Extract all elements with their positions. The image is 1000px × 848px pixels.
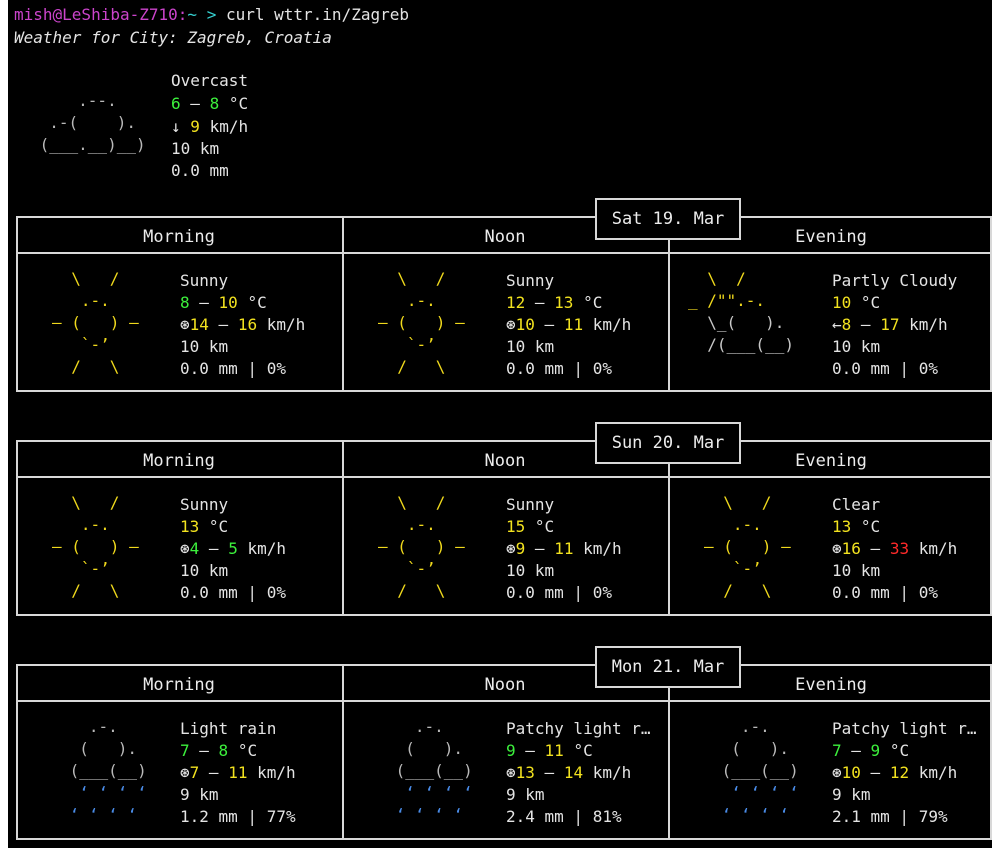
current-precip: 0.0 mm (171, 161, 229, 180)
visibility-text: 10 km (832, 337, 881, 356)
overcast-cloud-icon: .--. .-( ). (___.__)__) (39, 91, 146, 154)
precipitation-text: 0.0 mm | 0% (180, 583, 286, 602)
prompt-line: mish@LeShiba-Z710:~ > curl wttr.in/Zagre… (14, 5, 409, 24)
period-label-noon: Noon (484, 451, 526, 471)
precipitation-text: 0.0 mm | 0% (832, 583, 938, 602)
visibility-text: 10 km (506, 561, 555, 580)
wind-direction-icon: ⊛ (832, 763, 842, 782)
temperature-text: 13 °C (832, 517, 881, 536)
condition-text: Sunny (506, 495, 555, 514)
visibility-text: 9 km (506, 785, 545, 804)
rain-cloud-icon: .-. ( ). (___(__) ‘ ‘ ‘ ‘ ‘ ‘ ‘ ‘ (395, 717, 473, 824)
wind-text: ⊛4 – 5 km/h (180, 539, 286, 558)
temperature-text: 7 – 8 °C (180, 741, 258, 760)
wind-direction-icon: ⊛ (180, 315, 190, 334)
block-border-bottom (16, 614, 992, 616)
condition-text: Light rain (180, 719, 277, 738)
visibility-text: 10 km (506, 337, 555, 356)
visibility-text: 10 km (180, 337, 229, 356)
wind-text: ←8 – 17 km/h (832, 315, 948, 334)
current-desc: Overcast (171, 71, 249, 90)
period-label-morning: Morning (143, 675, 215, 695)
block-header-separator (16, 700, 992, 702)
sun-icon: \ / .-. ― ( ) ― `-’ / \ (378, 269, 465, 376)
visibility-text: 9 km (180, 785, 219, 804)
block-border-bottom (16, 838, 992, 840)
current-wind: ↓ 9 km/h (171, 117, 249, 136)
temperature-text: 10 °C (832, 293, 881, 312)
condition-text: Sunny (180, 271, 229, 290)
wind-direction-icon: ⊛ (506, 315, 516, 334)
wind-direction-icon: ⊛ (506, 539, 516, 558)
block-border-top (16, 664, 992, 666)
condition-text: Partly Cloudy (832, 271, 958, 290)
temperature-text: 8 – 10 °C (180, 293, 267, 312)
wind-text: ⊛7 – 11 km/h (180, 763, 296, 782)
prompt-symbol: > (206, 5, 217, 24)
sun-icon: \ / .-. ― ( ) ― `-’ / \ (704, 493, 791, 600)
rain-cloud-icon: .-. ( ). (___(__) ‘ ‘ ‘ ‘ ‘ ‘ ‘ ‘ (69, 717, 147, 824)
current-visibility: 10 km (171, 139, 220, 158)
condition-text: Sunny (506, 271, 555, 290)
sun-icon: \ / .-. ― ( ) ― `-’ / \ (378, 493, 465, 600)
precipitation-text: 0.0 mm | 0% (180, 359, 286, 378)
wind-arrow-icon: ↓ (171, 117, 181, 136)
visibility-text: 10 km (832, 561, 881, 580)
wind-direction-icon: ⊛ (180, 763, 190, 782)
precipitation-text: 2.4 mm | 81% (506, 807, 622, 826)
condition-text: Clear (832, 495, 881, 514)
wind-text: ⊛16 – 33 km/h (832, 539, 958, 558)
period-label-evening: Evening (795, 675, 867, 695)
block-header-separator (16, 476, 992, 478)
visibility-text: 10 km (180, 561, 229, 580)
block-header-separator (16, 252, 992, 254)
partly-cloudy-icon: \ / _ /"".-. \_( ). /(___(__) (688, 269, 804, 354)
condition-text: Sunny (180, 495, 229, 514)
period-label-evening: Evening (795, 451, 867, 471)
visibility-text: 9 km (832, 785, 871, 804)
precipitation-text: 0.0 mm | 0% (506, 359, 612, 378)
location-subtitle: Weather for City: Zagreb, Croatia (14, 28, 332, 47)
block-border-top (16, 440, 992, 442)
temperature-text: 7 – 9 °C (832, 741, 910, 760)
sun-icon: \ / .-. ― ( ) ― `-’ / \ (52, 269, 139, 376)
period-label-noon: Noon (484, 675, 526, 695)
period-label-evening: Evening (795, 227, 867, 247)
wind-direction-icon: ⊛ (180, 539, 190, 558)
period-label-noon: Noon (484, 227, 526, 247)
precipitation-text: 0.0 mm | 0% (506, 583, 612, 602)
prompt-command: curl wttr.in/Zagreb (225, 5, 409, 24)
wind-text: ⊛9 – 11 km/h (506, 539, 622, 558)
period-label-morning: Morning (143, 227, 215, 247)
wind-text: ⊛13 – 14 km/h (506, 763, 632, 782)
condition-text: Patchy light r… (832, 719, 977, 738)
wind-text: ⊛10 – 12 km/h (832, 763, 958, 782)
precipitation-text: 0.0 mm | 0% (832, 359, 938, 378)
terminal-window: mish@LeShiba-Z710:~ > curl wttr.in/Zagre… (8, 0, 992, 848)
condition-text: Patchy light r… (506, 719, 651, 738)
temperature-text: 15 °C (506, 517, 555, 536)
temperature-text: 12 – 13 °C (506, 293, 603, 312)
current-temp: 6 – 8 °C (171, 94, 249, 113)
wind-direction-icon: ⊛ (832, 539, 842, 558)
prompt-user: mish@LeShiba-Z710 (14, 5, 178, 24)
period-label-morning: Morning (143, 451, 215, 471)
prompt-path: ~ (187, 5, 198, 24)
block-border-bottom (16, 390, 992, 392)
rain-cloud-icon: .-. ( ). (___(__) ‘ ‘ ‘ ‘ ‘ ‘ ‘ ‘ (721, 717, 799, 824)
wind-direction-icon: ⊛ (506, 763, 516, 782)
precipitation-text: 1.2 mm | 77% (180, 807, 296, 826)
wind-direction-icon: ← (832, 315, 842, 334)
wind-text: ⊛14 – 16 km/h (180, 315, 306, 334)
precipitation-text: 2.1 mm | 79% (832, 807, 948, 826)
wind-text: ⊛10 – 11 km/h (506, 315, 632, 334)
temperature-text: 13 °C (180, 517, 229, 536)
sun-icon: \ / .-. ― ( ) ― `-’ / \ (52, 493, 139, 600)
block-border-top (16, 216, 992, 218)
temperature-text: 9 – 11 °C (506, 741, 593, 760)
